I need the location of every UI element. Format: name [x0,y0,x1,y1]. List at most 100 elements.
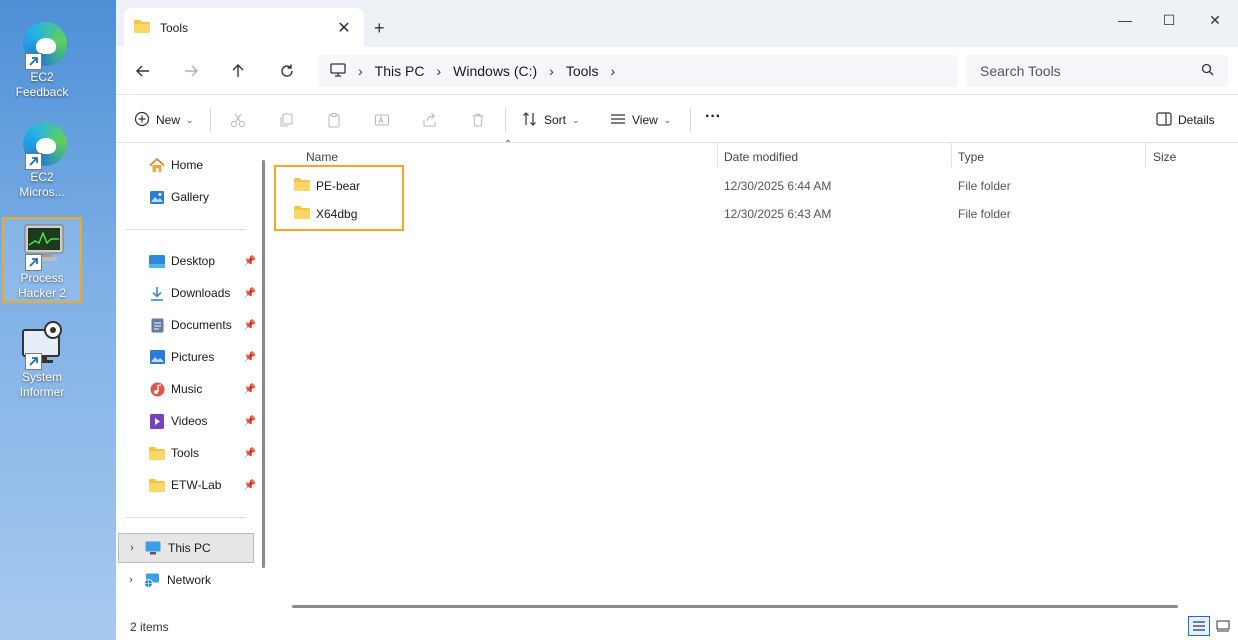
toolbar-divider [210,108,211,132]
desktop-icon-system-informer[interactable]: System Informer [2,318,82,404]
column-header-date[interactable]: Date modified [718,147,798,167]
desktop-icon-label: Hacker 2 [17,286,67,300]
chevron-right-icon[interactable]: › [436,63,441,79]
breadcrumb-tools[interactable]: Tools [566,63,599,79]
scissors-icon [231,113,245,127]
shortcut-arrow-icon [25,353,42,370]
tab-tools[interactable]: Tools ✕ [124,8,364,47]
rename-icon [375,114,389,126]
column-header-type[interactable]: Type [952,147,984,167]
sort-label: Sort [544,113,567,127]
folder-icon [134,19,150,36]
address-bar[interactable]: › This PC › Windows (C:) › Tools › [318,55,958,87]
tab-close-button[interactable]: ✕ [334,18,354,38]
pin-icon: 📌 [243,479,256,491]
sidebar-item-network[interactable]: › Network [118,565,254,595]
new-tab-button[interactable]: + [374,18,385,39]
monitor-icon [17,221,67,271]
videos-icon [148,413,166,429]
sidebar-item-tools[interactable]: Tools 📌 [148,442,256,464]
sidebar-item-label: Videos [171,414,208,428]
desktop-icon-label: Informer [19,385,65,399]
desktop: EC2 Feedback EC2 Micros... Process Hacke… [0,0,116,640]
sidebar-item-videos[interactable]: Videos 📌 [148,410,256,432]
chevron-right-icon[interactable]: › [611,63,616,79]
sidebar-item-pictures[interactable]: Pictures 📌 [148,346,256,368]
document-icon [148,317,166,333]
pin-icon: 📌 [243,351,256,363]
breadcrumb-windows-c[interactable]: Windows (C:) [453,63,537,79]
copy-button[interactable] [278,109,294,131]
tiles-view-button[interactable] [1212,616,1234,636]
new-button[interactable]: New ⌄ [134,109,194,131]
sidebar-item-this-pc[interactable]: › This PC [118,533,254,563]
desktop-icon-label: System [21,370,62,384]
sidebar-divider [126,517,246,518]
tab-title: Tools [160,20,189,35]
sidebar-item-label: Music [171,382,203,396]
refresh-button[interactable] [276,60,298,82]
sidebar-item-label: This PC [168,541,211,555]
details-view-button[interactable] [1188,616,1210,636]
maximize-button[interactable]: ☐ [1154,12,1184,29]
chevron-right-icon[interactable]: › [118,574,144,586]
sidebar-item-downloads[interactable]: Downloads 📌 [148,282,256,304]
new-label: New [156,113,181,127]
table-row[interactable]: PE-bear 12/30/2025 6:44 AM File folder [272,172,1232,200]
edge-icon [17,120,67,170]
sidebar-item-desktop[interactable]: Desktop 📌 [148,250,256,272]
column-header-name[interactable]: Name [300,147,338,167]
desktop-icon-ec2-micros[interactable]: EC2 Micros... [2,118,82,204]
column-divider[interactable] [1145,143,1146,167]
system-informer-icon [17,320,67,370]
sidebar-item-label: Network [167,573,212,587]
share-button[interactable] [422,109,438,131]
column-header-size[interactable]: Size [1147,147,1176,167]
delete-button[interactable] [470,109,486,131]
search-placeholder: Search Tools [980,63,1061,79]
minimize-button[interactable]: — [1110,12,1140,28]
paste-button[interactable] [326,109,342,131]
details-pane-button[interactable]: Details [1156,109,1215,131]
up-button[interactable] [227,60,249,82]
search-input[interactable]: Search Tools [966,55,1228,87]
sidebar-item-gallery[interactable]: Gallery [148,186,256,208]
chevron-down-icon: ⌄ [572,114,580,125]
forward-button[interactable] [180,60,202,82]
pin-icon: 📌 [243,319,256,331]
sidebar-scrollbar[interactable] [262,160,265,568]
pictures-icon [148,349,166,365]
sidebar-item-label: Tools [171,446,200,460]
view-button[interactable]: View ⌄ [610,109,671,131]
sidebar-item-etw-lab[interactable]: ETW-Lab 📌 [148,474,256,496]
status-bar: 2 items [116,610,1238,640]
pin-icon: 📌 [243,287,256,299]
highlight-box [274,165,404,231]
close-button[interactable]: ✕ [1200,12,1230,29]
cut-button[interactable] [230,109,246,131]
desktop-icon-ec2-feedback[interactable]: EC2 Feedback [2,18,82,104]
chevron-right-icon[interactable]: › [549,63,554,79]
edge-icon [17,20,67,70]
back-button[interactable] [132,60,154,82]
desktop-folder-icon [148,253,166,269]
sort-button[interactable]: Sort ⌄ [522,109,580,131]
sidebar-item-music[interactable]: Music 📌 [148,378,256,400]
desktop-icon-label: Feedback [15,85,69,99]
table-row[interactable]: X64dbg 12/30/2025 6:43 AM File folder [272,200,1232,228]
desktop-icon-process-hacker[interactable]: Process Hacker 2 [2,217,82,303]
chevron-right-icon[interactable]: › [119,542,145,554]
chevron-down-icon: ⌄ [186,114,194,125]
rename-button[interactable] [374,109,390,131]
sidebar-item-label: Gallery [171,190,210,204]
see-more-button[interactable]: ··· [705,106,721,128]
horizontal-scrollbar[interactable] [292,605,1178,608]
sidebar-item-home[interactable]: Home [148,154,256,176]
shortcut-arrow-icon [25,254,42,271]
sidebar-item-documents[interactable]: Documents 📌 [148,314,256,336]
type-cell: File folder [958,207,1011,221]
pin-icon: 📌 [243,383,256,395]
navigation-pane: Home Gallery Desktop 📌 Downloads 📌 Docum… [116,143,266,610]
details-pane-icon [1156,111,1172,129]
breadcrumb-this-pc[interactable]: This PC [375,63,425,79]
